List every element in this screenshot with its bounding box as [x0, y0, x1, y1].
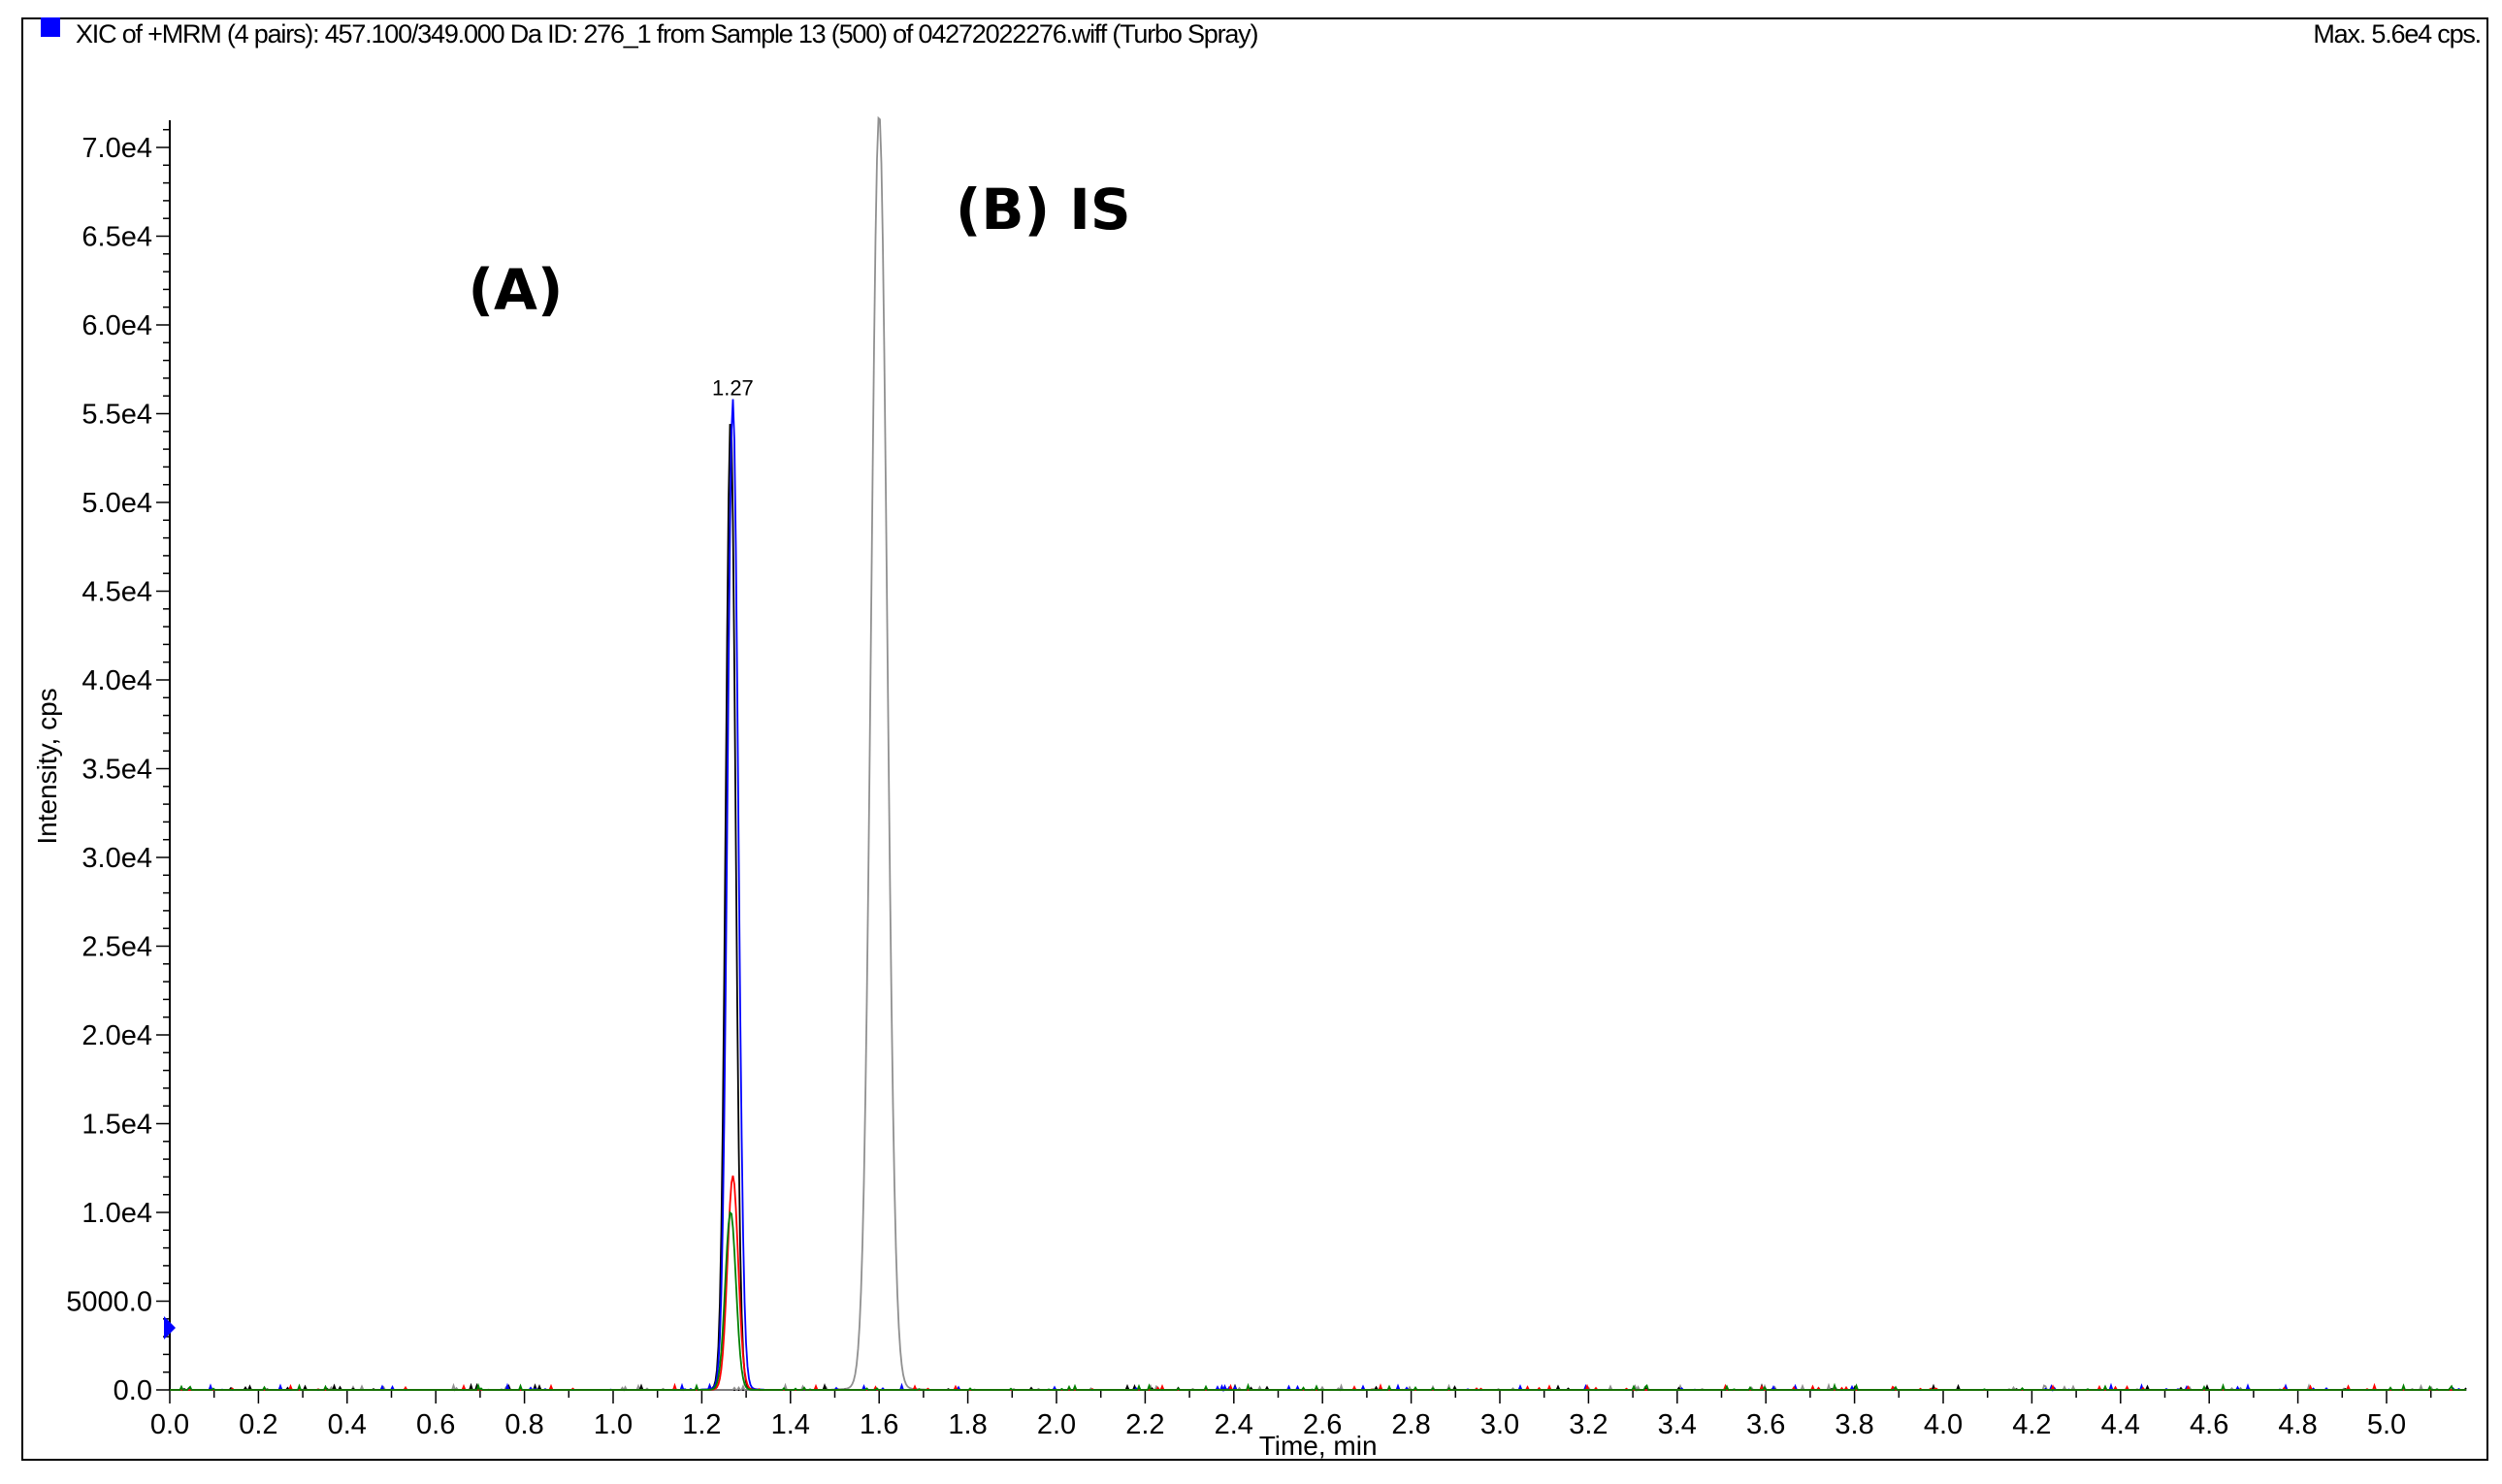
y-tick-label: 2.5e4 [81, 932, 152, 963]
y-tick-label: 5000.0 [66, 1287, 152, 1318]
x-tick-label: 0.6 [416, 1409, 455, 1440]
x-tick-label: 3.0 [1480, 1409, 1519, 1440]
x-tick-label: 1.6 [860, 1409, 898, 1440]
x-tick-label: 1.0 [594, 1409, 633, 1440]
x-tick-label: 0.2 [239, 1409, 277, 1440]
x-tick-label: 3.4 [1658, 1409, 1697, 1440]
y-tick-label: 6.0e4 [81, 310, 152, 341]
y-tick-label: 5.0e4 [81, 488, 152, 519]
peak-label: 1.27 [712, 375, 754, 400]
y-tick-label: 4.0e4 [81, 665, 152, 696]
x-tick-label: 4.0 [1924, 1409, 1963, 1440]
annotation-b-is: (B) IS [956, 177, 1131, 242]
x-tick-label: 4.8 [2278, 1409, 2317, 1440]
y-tick-label: 6.5e4 [81, 222, 152, 253]
y-tick-label: 5.5e4 [81, 400, 152, 431]
x-tick-label: 0.0 [150, 1409, 189, 1440]
x-tick-label: 2.4 [1215, 1409, 1253, 1440]
trace-000000 [170, 424, 2467, 1392]
x-tick-label: 2.2 [1125, 1409, 1164, 1440]
x-tick-label: 3.8 [1835, 1409, 1873, 1440]
x-tick-label: 0.4 [328, 1409, 367, 1440]
x-tick-label: 4.6 [2190, 1409, 2228, 1440]
y-axis-label: Intensity, cps [32, 688, 62, 844]
y-tick-label: 3.5e4 [81, 755, 152, 786]
x-tick-label: 3.6 [1746, 1409, 1785, 1440]
x-tick-label: 4.2 [2012, 1409, 2051, 1440]
x-tick-label: 3.2 [1569, 1409, 1608, 1440]
x-tick-label: 5.0 [2367, 1409, 2406, 1440]
y-tick-label: 1.5e4 [81, 1110, 152, 1141]
x-tick-label: 4.4 [2101, 1409, 2140, 1440]
y-tick-label: 3.0e4 [81, 843, 152, 874]
trace-008000 [170, 1210, 2466, 1392]
annotation-a: (A) [469, 256, 564, 322]
x-tick-label: 2.0 [1037, 1409, 1076, 1440]
trace-ff0000 [170, 1175, 2466, 1391]
y-tick-label: 0.0 [114, 1375, 152, 1406]
x-tick-label: 0.8 [504, 1409, 543, 1440]
x-tick-label: 1.4 [771, 1409, 810, 1440]
y-tick-label: 1.0e4 [81, 1198, 152, 1229]
x-tick-label: 1.2 [682, 1409, 721, 1440]
y-tick-label: 2.0e4 [81, 1020, 152, 1051]
chromatogram-plot: 0.0 0.2 0.4 0.6 0.8 1.0 1.2 1.4 1.6 1.8 2.0 2.2 2.4 2… [32, 115, 2467, 1461]
y-tick-label: 4.5e4 [81, 577, 152, 608]
y-tick-label: 7.0e4 [81, 133, 152, 164]
x-axis-label: Time, min [1259, 1431, 1378, 1461]
trace-0000ff [170, 399, 2466, 1393]
x-tick-label: 1.8 [948, 1409, 987, 1440]
x-tick-label: 2.8 [1391, 1409, 1430, 1440]
